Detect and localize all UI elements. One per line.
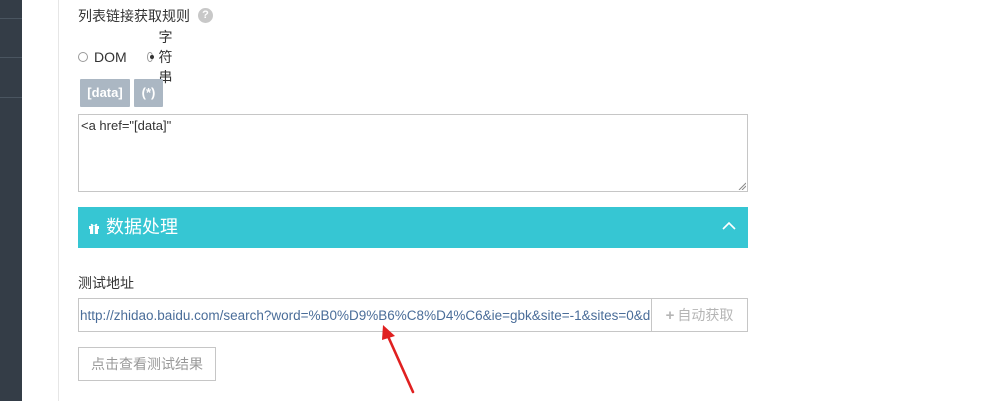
auto-fetch-label: 自动获取 [677, 307, 734, 323]
gift-icon [89, 223, 99, 234]
help-icon[interactable]: ? [198, 8, 213, 23]
auto-fetch-button[interactable]: + 自动获取 [651, 298, 748, 332]
view-test-result-button[interactable]: 点击查看测试结果 [78, 347, 216, 381]
resize-grip-icon[interactable] [738, 182, 746, 190]
insert-data-tag-button[interactable]: [data] [80, 79, 130, 107]
radio-circle[interactable] [78, 52, 88, 62]
radio-dom[interactable]: DOM [78, 48, 127, 66]
sidebar-divider [0, 57, 22, 58]
red-arrow-icon [382, 325, 415, 394]
section-title: 列表链接获取规则 [78, 8, 190, 24]
sidebar [0, 0, 22, 401]
panel-title: 数据处理 [106, 217, 178, 237]
radio-label: 字符串 [158, 29, 173, 85]
sidebar-divider [0, 97, 22, 98]
insert-wildcard-tag-button[interactable]: (*) [134, 79, 163, 107]
plus-icon: + [665, 306, 675, 324]
radio-label: DOM [94, 49, 127, 65]
test-url-label: 测试地址 [78, 275, 134, 291]
data-processing-panel-header[interactable]: 数据处理 [78, 207, 748, 248]
radio-circle-checked[interactable] [147, 52, 154, 62]
radio-string[interactable]: 字符串 [147, 29, 177, 85]
content-border [58, 0, 59, 401]
test-url-input[interactable] [78, 298, 652, 332]
sidebar-divider [0, 18, 22, 19]
chevron-up-icon[interactable] [722, 221, 736, 231]
rule-textarea[interactable]: <a href="[data]" [78, 114, 748, 192]
